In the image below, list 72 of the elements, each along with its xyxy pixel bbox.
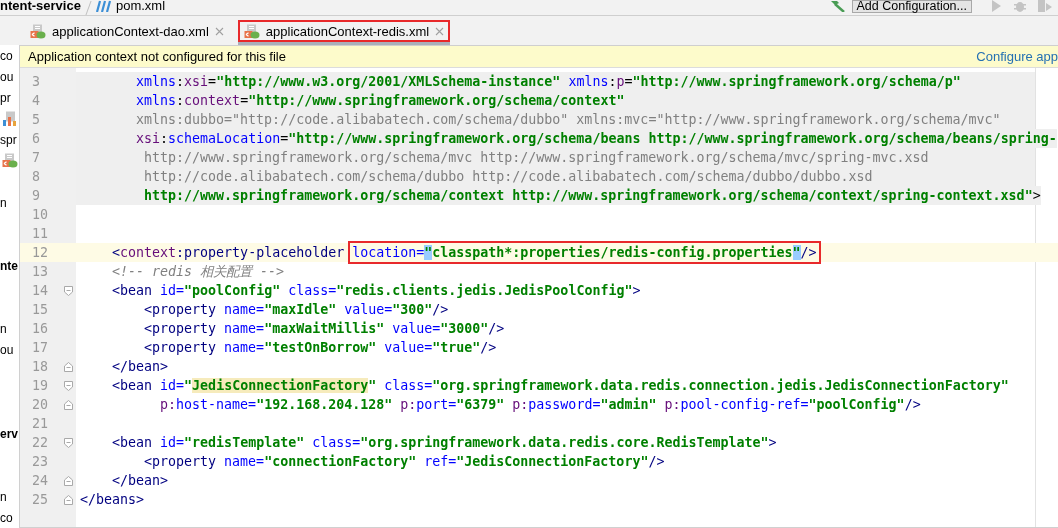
fold-icon <box>64 475 73 486</box>
code-line: <property name="maxWaitMillis" value="3000"/> <box>144 321 505 336</box>
line-number: 16 <box>31 321 49 336</box>
line-number: 5 <box>31 112 41 127</box>
code-line: <bean id="redisTemplate" class="org.springframework.data.redis.core.RedisTemplate"> <box>112 435 777 450</box>
line-number: 24 <box>31 473 49 488</box>
close-icon[interactable] <box>435 26 445 36</box>
tree-item[interactable]: ou <box>0 342 14 357</box>
line-number: 21 <box>31 416 49 431</box>
tree-item[interactable]: spr <box>0 132 17 147</box>
line-number: 7 <box>31 150 41 165</box>
code-line: <bean id="JedisConnectionFactory" class="org.springframework.data.redis.connection.jedis.JedisConnectionFactory" <box>112 378 1009 393</box>
code-line: <property name="maxIdle" value="300"/> <box>144 302 449 317</box>
tree-item[interactable]: pr <box>0 90 11 105</box>
code-line: http://www.springframework.org/schema/context http://www.springframework.org/schema/context/spring-context.xsd"> <box>144 188 1041 203</box>
tree-item[interactable]: nte <box>0 258 18 273</box>
line-number: 18 <box>31 359 49 374</box>
line-number: 13 <box>31 264 49 279</box>
xml-file-icon <box>243 23 260 39</box>
line-number: 11 <box>31 226 49 241</box>
code-line: xmlns:context="http://www.springframework.org/schema/context" <box>136 93 625 108</box>
line-number: 14 <box>31 283 49 298</box>
fold-icon <box>64 494 73 505</box>
close-icon[interactable] <box>214 26 224 36</box>
line-number: 3 <box>31 74 41 89</box>
code-line: http://code.alibabatech.com/schema/dubbo http://code.alibabatech.com/schema/dubbo/dubbo.xsd <box>144 169 873 184</box>
code-line: <property name="connectionFactory" ref="JedisConnectionFactory"/> <box>144 454 665 469</box>
module-name[interactable]: ntent-service <box>0 0 81 13</box>
line-number: 19 <box>31 378 49 393</box>
xml-file-icon <box>30 23 46 39</box>
line-number: 8 <box>31 169 41 184</box>
code-line: <property name="testOnBorrow" value="true"/> <box>144 340 497 355</box>
editor-tab[interactable]: applicationContext-redis.xml <box>237 20 451 45</box>
file-name[interactable]: pom.xml <box>115 0 166 13</box>
maven-icon <box>95 0 112 12</box>
tree-item[interactable]: n <box>0 489 7 504</box>
line-number: 10 <box>31 207 49 222</box>
code-line: </bean> <box>112 359 169 374</box>
line-number: 25 <box>31 492 49 507</box>
code-line: p:host-name="192.168.204.128" p:port="6379" p:password="admin" p:pool-config-ref="poolConfig"/> <box>160 397 921 412</box>
code-line: </beans> <box>80 492 145 507</box>
code-line: http://www.springframework.org/schema/mvc http://www.springframework.org/schema/mvc/spring-mvc.xsd <box>144 150 929 165</box>
code-line: xsi:schemaLocation="http://www.springframework.org/schema/beans http://www.springframework.org/schema/beans/spring- <box>136 131 1057 146</box>
fold-icon <box>64 380 73 391</box>
fold-icon <box>64 399 73 410</box>
configure-link[interactable]: Configure app <box>976 49 1058 64</box>
tree-item[interactable]: erv <box>0 426 19 441</box>
fold-icon <box>64 285 73 296</box>
line-number: 23 <box>31 454 49 469</box>
line-number: 15 <box>31 302 49 317</box>
code-line: xmlns:dubbo="http://code.alibabatech.com/schema/dubbo" xmlns:mvc="http://www.springframework.org/schema/mvc" <box>136 112 1001 127</box>
tree-item[interactable]: n <box>0 321 7 336</box>
editor-tab[interactable]: applicationContext-dao.xml <box>24 20 230 45</box>
code-line: xmlns:xsi="http://www.w3.org/2001/XMLSchema-instance" xmlns:p="http://www.springframework.org/schema/p" <box>136 74 961 89</box>
code-comment: <!-- redis 相关配置 --> <box>112 262 285 281</box>
line-number: 9 <box>31 188 41 203</box>
line-number: 22 <box>31 435 49 450</box>
line-number: 6 <box>31 131 41 146</box>
tree-item[interactable]: n <box>0 195 7 210</box>
line-number: 17 <box>31 340 49 355</box>
line-number: 4 <box>31 93 41 108</box>
line-number: 20 <box>31 397 49 412</box>
code-line: </bean> <box>112 473 169 488</box>
notification-message: Application context not configured for this file <box>28 49 286 64</box>
line-number: 12 <box>31 245 49 260</box>
tree-item[interactable]: ou <box>0 69 14 84</box>
fold-icon <box>64 437 73 448</box>
tree-item[interactable]: co <box>0 510 13 525</box>
add-configuration-button[interactable]: Add Configuration... <box>851 0 972 13</box>
fold-icon <box>64 361 73 372</box>
tree-item[interactable]: co <box>0 48 13 63</box>
code-line: <bean id="poolConfig" class="redis.clients.jedis.JedisPoolConfig"> <box>112 283 641 298</box>
